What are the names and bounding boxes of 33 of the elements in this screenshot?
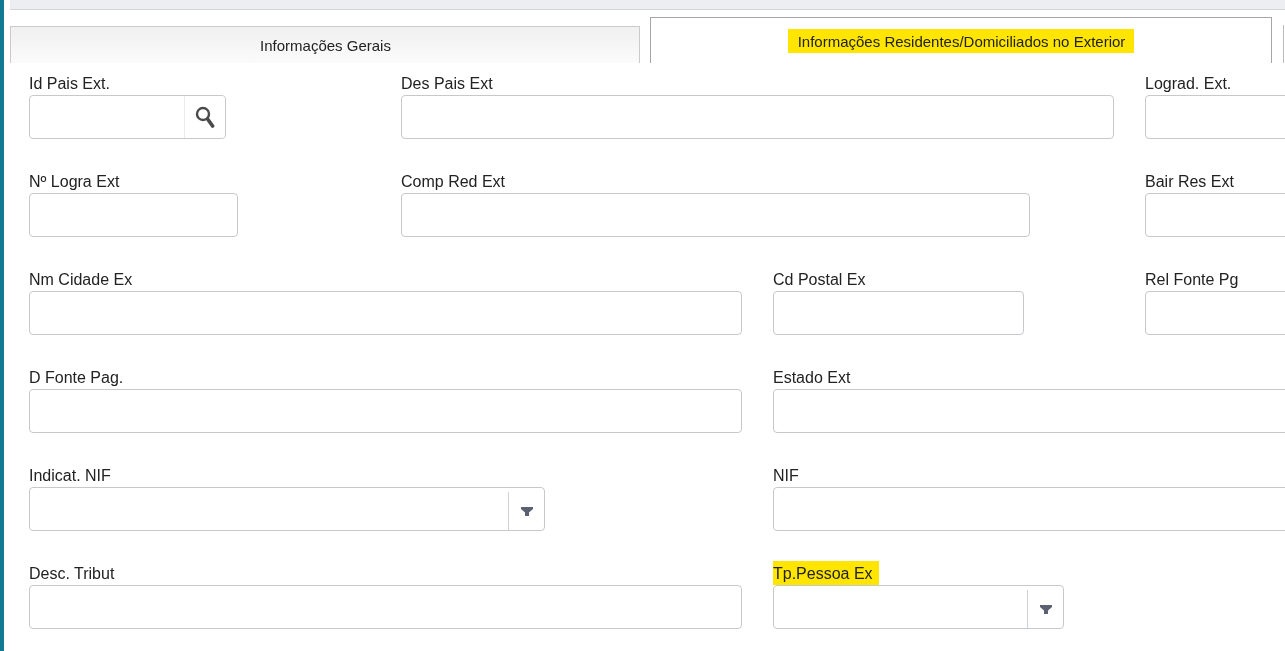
- field-label: Tp.Pessoa Ex: [773, 561, 879, 585]
- field-label: Rel Fonte Pg: [1145, 270, 1240, 290]
- search-button[interactable]: [184, 96, 225, 138]
- field-label: Comp Red Ext: [401, 172, 507, 192]
- text-field[interactable]: [773, 291, 1024, 335]
- field-label: D Fonte Pag.: [29, 368, 125, 388]
- field-label: NIF: [773, 466, 800, 486]
- field-label: Estado Ext: [773, 368, 852, 388]
- field-label: Desc. Tribut: [29, 564, 116, 584]
- text-field[interactable]: [401, 193, 1030, 237]
- text-field[interactable]: [29, 193, 238, 237]
- dropdown-field[interactable]: [773, 585, 1064, 629]
- search-icon: [195, 106, 215, 128]
- lookup-field[interactable]: [29, 95, 226, 139]
- text-field[interactable]: [29, 389, 742, 433]
- field-label: Lograd. Ext.: [1145, 74, 1233, 94]
- text-field[interactable]: [773, 487, 1285, 531]
- field-label: Nm Cidade Ex: [29, 270, 134, 290]
- tab[interactable]: Informações Residentes/Domiciliados no Exterior: [650, 17, 1272, 63]
- field-label: Nº Logra Ext: [29, 172, 121, 192]
- field-label: Cd Postal Ex: [773, 270, 867, 290]
- text-field[interactable]: [401, 95, 1114, 139]
- text-field[interactable]: [29, 291, 742, 335]
- field-label: Indicat. NIF: [29, 466, 112, 486]
- dropdown-field[interactable]: [29, 487, 545, 531]
- field-label: Des Pais Ext: [401, 74, 494, 94]
- text-field[interactable]: [29, 585, 742, 629]
- caret-icon: [1039, 604, 1052, 614]
- tab[interactable]: Informações Gerais: [10, 26, 640, 63]
- caret-icon: [520, 506, 533, 516]
- field-label: Bair Res Ext: [1145, 172, 1235, 192]
- field-label: Id Pais Ext.: [29, 74, 111, 94]
- text-field[interactable]: [773, 389, 1285, 433]
